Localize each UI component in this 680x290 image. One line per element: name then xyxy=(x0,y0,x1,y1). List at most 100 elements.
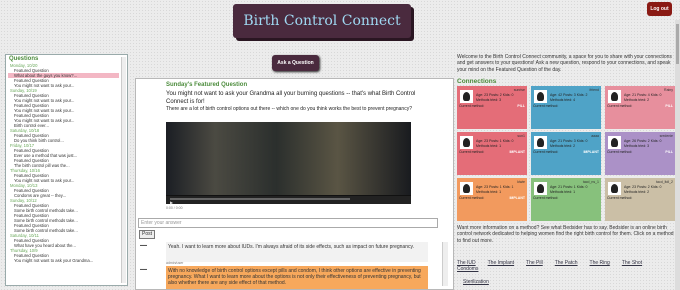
method-link[interactable]: The Shot xyxy=(622,260,642,266)
method-link[interactable]: Condoms xyxy=(457,266,478,272)
connection-card[interactable]: tacd_ns_1 Age: 21 Posts: 1 Kids: 0 Methods… xyxy=(531,178,601,221)
connection-stats: Age: 23 Posts: 1 Kids: 1 Methods tried: 1 xyxy=(476,185,526,194)
connection-stats: Age: 26 Posts: 2 Kids: 0 Methods tried: 3 xyxy=(624,139,674,148)
connection-kids: Kids: 0 xyxy=(576,139,588,143)
app-logo: Birth Control Connect xyxy=(233,4,411,38)
video-player[interactable]: ▶ xyxy=(166,122,411,205)
logout-button[interactable]: Log out xyxy=(647,2,672,16)
video-progress-bar[interactable] xyxy=(170,198,350,200)
bedsider-text: Want more information on a method? See w… xyxy=(457,225,674,244)
app-title: Birth Control Connect xyxy=(243,13,401,29)
page-scrollbar-thumb[interactable] xyxy=(676,24,679,64)
current-method-label: Current method: xyxy=(459,104,485,108)
connection-stats: Age: 23 Posts: 2 Kids: 0 Methods tried: 2 xyxy=(624,185,674,194)
featured-question: You might not want to ask your Grandma a… xyxy=(166,91,416,105)
current-method-label: Current method: xyxy=(607,196,633,200)
connection-methods: Methods tried: 1 xyxy=(550,189,576,194)
questions-list[interactable]: Monday, 10/20 Featured Question What about… xyxy=(8,63,119,283)
play-icon[interactable]: ▶ xyxy=(170,201,173,205)
question-item[interactable]: You might not want to ask your Grandma..… xyxy=(8,258,119,263)
connection-methods: Methods tried: 2 xyxy=(550,143,576,148)
connection-kids: Kids: 2 xyxy=(576,93,588,97)
method-link[interactable]: The Ring xyxy=(590,260,610,266)
video-time: 0:00 / 0:00 xyxy=(166,206,183,210)
current-method-label: Current method: xyxy=(533,104,559,108)
answer-author: admin/user xyxy=(166,261,184,265)
connection-posts: Posts: 3 xyxy=(563,93,576,97)
featured-subtext: There are a lot of birth control options… xyxy=(166,106,412,112)
video-frame[interactable] xyxy=(166,122,411,195)
connection-posts: Posts: 3 xyxy=(563,139,576,143)
connection-kids: Kids: 0 xyxy=(502,139,514,143)
connection-age: Age: 21 xyxy=(550,185,563,189)
method-link-sterilization[interactable]: Sterilization xyxy=(463,279,489,285)
connection-stats: Age: 21 Posts: 1 Kids: 0 Methods tried: 1 xyxy=(550,185,600,194)
current-method: PILL xyxy=(517,104,525,108)
current-method-label: Current method: xyxy=(459,150,485,154)
connection-name: ifriend xyxy=(589,88,599,92)
connection-age: Age: 23 xyxy=(476,139,489,143)
ask-question-button[interactable]: Ask a Question xyxy=(272,55,319,71)
connection-posts: Posts: 1 xyxy=(489,139,502,143)
connection-stats: Age: 42 Posts: 3 Kids: 2 Methods tried: 4 xyxy=(550,93,600,102)
connection-stats: Age: 23 Posts: 1 Kids: 0 Methods tried: 1 xyxy=(476,139,526,148)
current-method-label: Current method: xyxy=(533,196,559,200)
connection-posts: Posts: 4 xyxy=(637,93,650,97)
questions-panel: Questions Monday, 10/20 Featured Question… xyxy=(5,54,128,286)
connection-card[interactable]: Rainy Age: 21 Posts: 4 Kids: 0 Methods tri… xyxy=(605,86,675,129)
connection-posts: Posts: 2 xyxy=(489,93,502,97)
post-button[interactable]: Post xyxy=(139,230,155,239)
connection-posts: Posts: 1 xyxy=(563,185,576,189)
avatar: ▬▬ xyxy=(140,243,147,247)
current-method-label: Current method: xyxy=(459,196,485,200)
connection-age: Age: 23 xyxy=(476,185,489,189)
connection-posts: Posts: 2 xyxy=(637,139,650,143)
connection-age: Age: 26 xyxy=(624,139,637,143)
current-method: IMPLANT xyxy=(509,196,525,200)
featured-title: Sunday's Featured Question xyxy=(166,82,248,88)
featured-panel: Sunday's Featured Question You might not… xyxy=(135,78,454,290)
avatar xyxy=(608,90,621,103)
connection-name: sunrise xyxy=(513,88,525,92)
connection-card[interactable]: ifriend Age: 42 Posts: 3 Kids: 2 Methods t… xyxy=(531,86,601,129)
connection-card[interactable]: sunrise Age: 23 Posts: 2 Kids: 0 Methods t… xyxy=(457,86,527,129)
connection-card[interactable]: tacd_ltdl_2 Age: 23 Posts: 2 Kids: 0 Metho… xyxy=(605,178,675,221)
connection-methods: Methods tried: 1 xyxy=(476,189,502,194)
current-method-label: Current method: xyxy=(607,150,633,154)
connection-card[interactable]: kiwie Age: 23 Posts: 1 Kids: 1 Methods tri… xyxy=(457,178,527,221)
current-method-label: Current method: xyxy=(607,104,633,108)
questions-scrollbar[interactable] xyxy=(121,57,126,283)
method-link[interactable]: The Patch xyxy=(555,260,578,266)
answers-scrollbar[interactable] xyxy=(442,242,448,286)
connection-posts: Posts: 1 xyxy=(489,185,502,189)
connection-age: Age: 21 xyxy=(550,139,563,143)
connection-card[interactable]: sun1 Age: 23 Posts: 1 Kids: 0 Methods trie… xyxy=(457,132,527,175)
connection-methods: Methods tried: 3 xyxy=(624,143,650,148)
current-method-label: Current method: xyxy=(533,150,559,154)
connections-grid: sunrise Age: 23 Posts: 2 Kids: 0 Methods t… xyxy=(457,86,675,222)
connection-stats: Age: 21 Posts: 3 Kids: 0 Methods tried: 2 xyxy=(550,139,600,148)
connection-methods: Methods tried: 2 xyxy=(624,97,650,102)
connection-kids: Kids: 0 xyxy=(650,93,662,97)
connection-name: kiwie xyxy=(517,180,525,184)
connection-kids: Kids: 0 xyxy=(650,185,662,189)
connection-card[interactable]: aaaa Age: 21 Posts: 3 Kids: 0 Methods trie… xyxy=(531,132,601,175)
connection-kids: Kids: 0 xyxy=(576,185,588,189)
questions-title: Questions xyxy=(9,56,39,62)
answer-input[interactable]: Enter your answer xyxy=(138,218,438,228)
connection-methods: Methods tried: 2 xyxy=(624,189,650,194)
video-controls[interactable]: ▶ xyxy=(166,196,411,205)
avatar xyxy=(460,136,473,149)
method-link[interactable]: The Implant xyxy=(488,260,514,266)
welcome-text: Welcome to the Birth Control Connect com… xyxy=(457,54,672,73)
connection-kids: Kids: 0 xyxy=(650,139,662,143)
avatar xyxy=(608,136,621,149)
connection-age: Age: 42 xyxy=(550,93,563,97)
method-link[interactable]: The Pill xyxy=(526,260,543,266)
connection-card[interactable]: sredenie Age: 26 Posts: 2 Kids: 0 Methods … xyxy=(605,132,675,175)
connection-stats: Age: 23 Posts: 2 Kids: 0 Methods tried: 3 xyxy=(476,93,526,102)
connection-methods: Methods tried: 1 xyxy=(476,143,502,148)
connection-stats: Age: 21 Posts: 4 Kids: 0 Methods tried: 2 xyxy=(624,93,674,102)
connection-age: Age: 21 xyxy=(624,93,637,97)
connection-methods: Methods tried: 4 xyxy=(550,97,576,102)
